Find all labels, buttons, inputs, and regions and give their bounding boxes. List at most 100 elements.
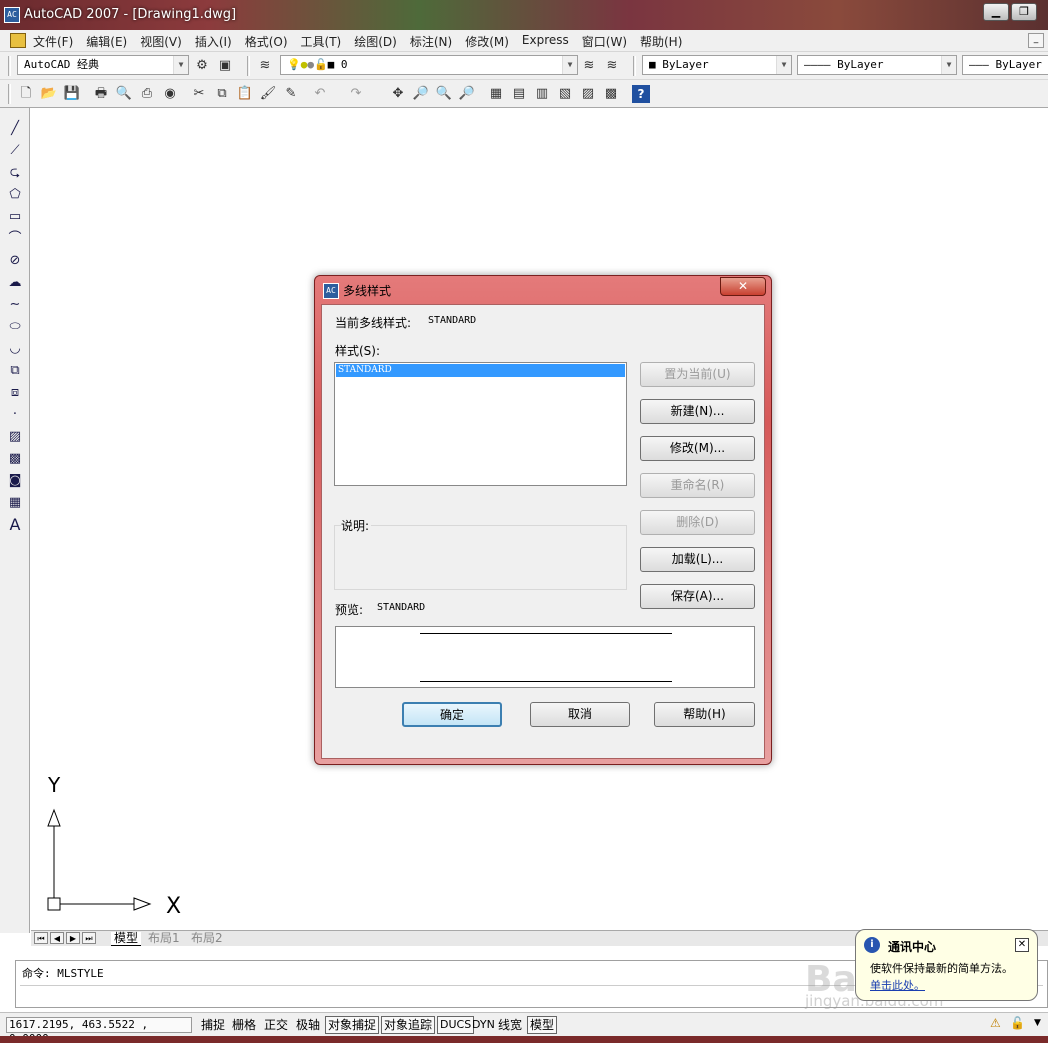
balloon-close-button[interactable]: ✕ bbox=[1015, 938, 1029, 952]
circle-icon[interactable]: ⊘ bbox=[6, 252, 24, 270]
linetype-combo[interactable]: ———— ByLayer ▼ bbox=[797, 55, 957, 75]
menu-insert[interactable]: 插入(I) bbox=[195, 33, 232, 50]
markup-icon[interactable]: ▨ bbox=[579, 85, 597, 103]
help-icon[interactable]: ? bbox=[632, 85, 650, 103]
load-button[interactable]: 加载(L)... bbox=[640, 547, 755, 572]
restore-button[interactable]: ❐ bbox=[1011, 3, 1037, 21]
insert-block-icon[interactable]: ⧉ bbox=[6, 362, 24, 380]
toolbar-grip[interactable] bbox=[247, 56, 250, 76]
make-current-layer-icon[interactable]: ≋ bbox=[580, 57, 598, 75]
menu-help[interactable]: 帮助(H) bbox=[640, 33, 682, 50]
set-current-button[interactable]: 置为当前(U) bbox=[640, 362, 755, 387]
copy-icon[interactable]: ⧉ bbox=[213, 85, 231, 103]
paste-icon[interactable]: 📋 bbox=[236, 85, 254, 103]
layer-combo[interactable]: 💡●●🔓■ 0 ▼ bbox=[280, 55, 578, 75]
polyline-icon[interactable]: ⮎ bbox=[6, 164, 24, 182]
multiline-text-icon[interactable]: A bbox=[6, 516, 24, 534]
line-icon[interactable]: ╱ bbox=[6, 120, 24, 138]
design-center-icon[interactable]: ▤ bbox=[510, 85, 528, 103]
polygon-icon[interactable]: ⬠ bbox=[6, 186, 24, 204]
cut-icon[interactable]: ✂ bbox=[190, 85, 208, 103]
prev-tab-icon[interactable]: ◀ bbox=[50, 932, 64, 944]
properties-icon[interactable]: ▦ bbox=[487, 85, 505, 103]
warning-icon[interactable]: ⚠ bbox=[990, 1016, 1001, 1030]
calculator-icon[interactable]: ▩ bbox=[602, 85, 620, 103]
match-properties-icon[interactable]: 🖌 bbox=[259, 85, 277, 103]
coordinate-readout[interactable]: 1617.2195, 463.5522 , 0.0000 bbox=[6, 1017, 192, 1043]
workspace-combo[interactable]: AutoCAD 经典 ▼ bbox=[17, 55, 189, 75]
status-polar[interactable]: 极轴 bbox=[293, 1016, 323, 1034]
pan-icon[interactable]: ✥ bbox=[389, 85, 407, 103]
status-dyn[interactable]: DYN bbox=[469, 1016, 498, 1034]
menu-file[interactable]: 文件(F) bbox=[33, 33, 73, 50]
menu-express[interactable]: Express bbox=[522, 33, 569, 50]
tool-palettes-icon[interactable]: ▥ bbox=[533, 85, 551, 103]
zoom-realtime-icon[interactable]: 🔎 bbox=[412, 85, 430, 103]
hatch-icon[interactable]: ▨ bbox=[6, 428, 24, 446]
toolbar-grip[interactable] bbox=[8, 84, 11, 104]
status-snap[interactable]: 捕捉 bbox=[198, 1016, 228, 1034]
mdi-minimize-button[interactable]: _ bbox=[1028, 33, 1044, 48]
status-menu-icon[interactable]: ▼ bbox=[1034, 1018, 1041, 1028]
status-osnap[interactable]: 对象捕捉 bbox=[325, 1016, 380, 1034]
make-block-icon[interactable]: ⧈ bbox=[6, 384, 24, 402]
menu-dimension[interactable]: 标注(N) bbox=[410, 33, 452, 50]
color-combo[interactable]: ■ ByLayer ▼ bbox=[642, 55, 792, 75]
ellipse-icon[interactable]: ⬭ bbox=[6, 318, 24, 336]
open-icon[interactable]: 📂 bbox=[40, 85, 58, 103]
ok-button[interactable]: 确定 bbox=[402, 702, 502, 727]
styles-list[interactable]: STANDARD bbox=[334, 362, 627, 486]
arc-icon[interactable]: ⌒ bbox=[6, 230, 24, 248]
rectangle-icon[interactable]: ▭ bbox=[6, 208, 24, 226]
spline-icon[interactable]: ∼ bbox=[6, 296, 24, 314]
new-icon[interactable]: 🗋 bbox=[17, 85, 35, 103]
tab-model[interactable]: 模型 bbox=[111, 932, 142, 946]
gradient-icon[interactable]: ▩ bbox=[6, 450, 24, 468]
construction-line-icon[interactable]: ⟋ bbox=[6, 142, 24, 160]
lock-icon[interactable]: 🔓 bbox=[1010, 1016, 1025, 1030]
sheet-set-icon[interactable]: ▧ bbox=[556, 85, 574, 103]
undo-icon[interactable]: ↶ bbox=[311, 85, 329, 103]
status-lweight[interactable]: 线宽 bbox=[495, 1016, 525, 1034]
status-otrack[interactable]: 对象追踪 bbox=[381, 1016, 436, 1034]
document-icon[interactable] bbox=[10, 33, 26, 48]
first-tab-icon[interactable]: ⏮ bbox=[34, 932, 48, 944]
save-workspace-icon[interactable]: ▣ bbox=[216, 57, 234, 75]
rename-button[interactable]: 重命名(R) bbox=[640, 473, 755, 498]
layer-manager-icon[interactable]: ≋ bbox=[256, 57, 274, 75]
delete-button[interactable]: 删除(D) bbox=[640, 510, 755, 535]
zoom-previous-icon[interactable]: 🔎 bbox=[458, 85, 476, 103]
table-icon[interactable]: ▦ bbox=[6, 494, 24, 512]
status-grid[interactable]: 栅格 bbox=[229, 1016, 259, 1034]
layer-previous-icon[interactable]: ≋ bbox=[603, 57, 621, 75]
menu-window[interactable]: 窗口(W) bbox=[582, 33, 627, 50]
zoom-window-icon[interactable]: 🔍 bbox=[435, 85, 453, 103]
tab-layout2[interactable]: 布局2 bbox=[191, 932, 223, 945]
lineweight-combo[interactable]: ——— ByLayer bbox=[962, 55, 1048, 75]
menu-format[interactable]: 格式(O) bbox=[245, 33, 288, 50]
menu-tools[interactable]: 工具(T) bbox=[301, 33, 342, 50]
toolbar-grip[interactable] bbox=[8, 56, 11, 76]
minimize-button[interactable]: ▁ bbox=[983, 3, 1009, 21]
save-button[interactable]: 保存(A)... bbox=[640, 584, 755, 609]
toolbar-grip[interactable] bbox=[633, 56, 636, 76]
cancel-button[interactable]: 取消 bbox=[530, 702, 630, 727]
balloon-link[interactable]: 单击此处。 bbox=[870, 977, 925, 993]
publish-icon[interactable]: ⎙ bbox=[138, 85, 156, 103]
dialog-close-button[interactable]: ✕ bbox=[720, 277, 766, 296]
help-button[interactable]: 帮助(H) bbox=[654, 702, 755, 727]
revision-cloud-icon[interactable]: ☁ bbox=[6, 274, 24, 292]
menu-draw[interactable]: 绘图(D) bbox=[354, 33, 397, 50]
list-item[interactable]: STANDARD bbox=[336, 364, 625, 377]
status-ortho[interactable]: 正交 bbox=[261, 1016, 291, 1034]
menu-view[interactable]: 视图(V) bbox=[140, 33, 182, 50]
redo-icon[interactable]: ↷ bbox=[347, 85, 365, 103]
last-tab-icon[interactable]: ⏭ bbox=[82, 932, 96, 944]
region-icon[interactable]: ◙ bbox=[6, 472, 24, 490]
workspace-settings-icon[interactable]: ⚙ bbox=[193, 57, 211, 75]
status-model[interactable]: 模型 bbox=[527, 1016, 558, 1034]
menu-edit[interactable]: 编辑(E) bbox=[86, 33, 127, 50]
save-icon[interactable]: 💾 bbox=[63, 85, 81, 103]
3d-dwf-icon[interactable]: ◉ bbox=[161, 85, 179, 103]
menu-modify[interactable]: 修改(M) bbox=[465, 33, 509, 50]
